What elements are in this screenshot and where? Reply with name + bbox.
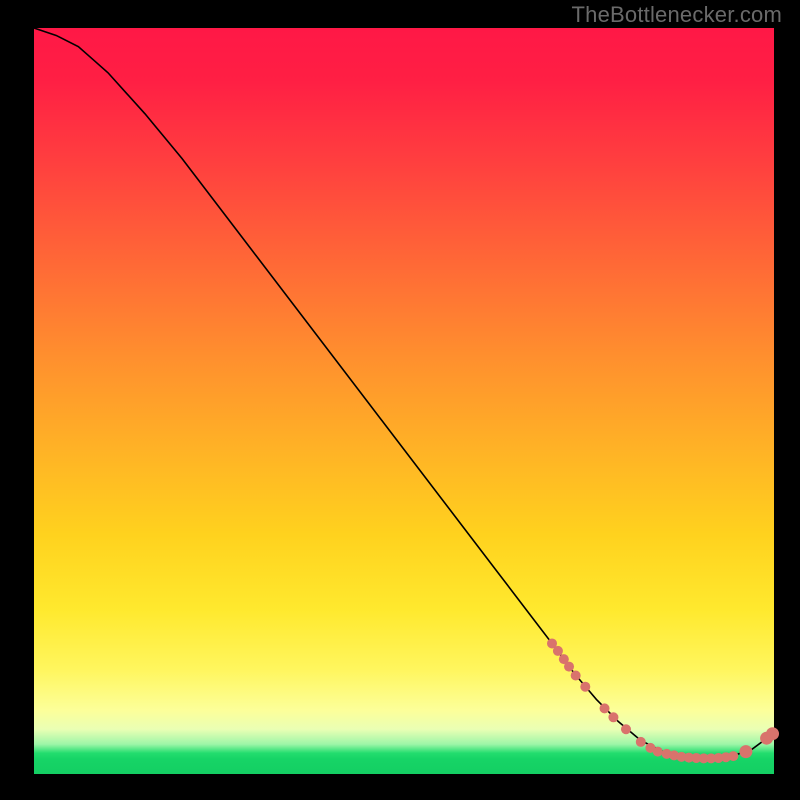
data-dot bbox=[553, 646, 563, 656]
data-dot bbox=[571, 671, 581, 681]
chart-stage: TheBottlenecker.com bbox=[0, 0, 800, 800]
curve-path bbox=[34, 28, 774, 758]
plot-area bbox=[34, 28, 774, 774]
data-dot bbox=[636, 737, 646, 747]
data-dot bbox=[621, 724, 631, 734]
data-dot bbox=[739, 745, 752, 758]
dot-layer bbox=[547, 638, 779, 763]
data-dot bbox=[608, 712, 618, 722]
chart-svg bbox=[34, 28, 774, 774]
data-dot bbox=[766, 727, 779, 740]
data-dot bbox=[653, 747, 663, 757]
data-dot bbox=[600, 703, 610, 713]
attribution-label: TheBottlenecker.com bbox=[572, 2, 782, 28]
data-dot bbox=[564, 662, 574, 672]
data-dot bbox=[580, 682, 590, 692]
data-dot bbox=[728, 751, 738, 761]
